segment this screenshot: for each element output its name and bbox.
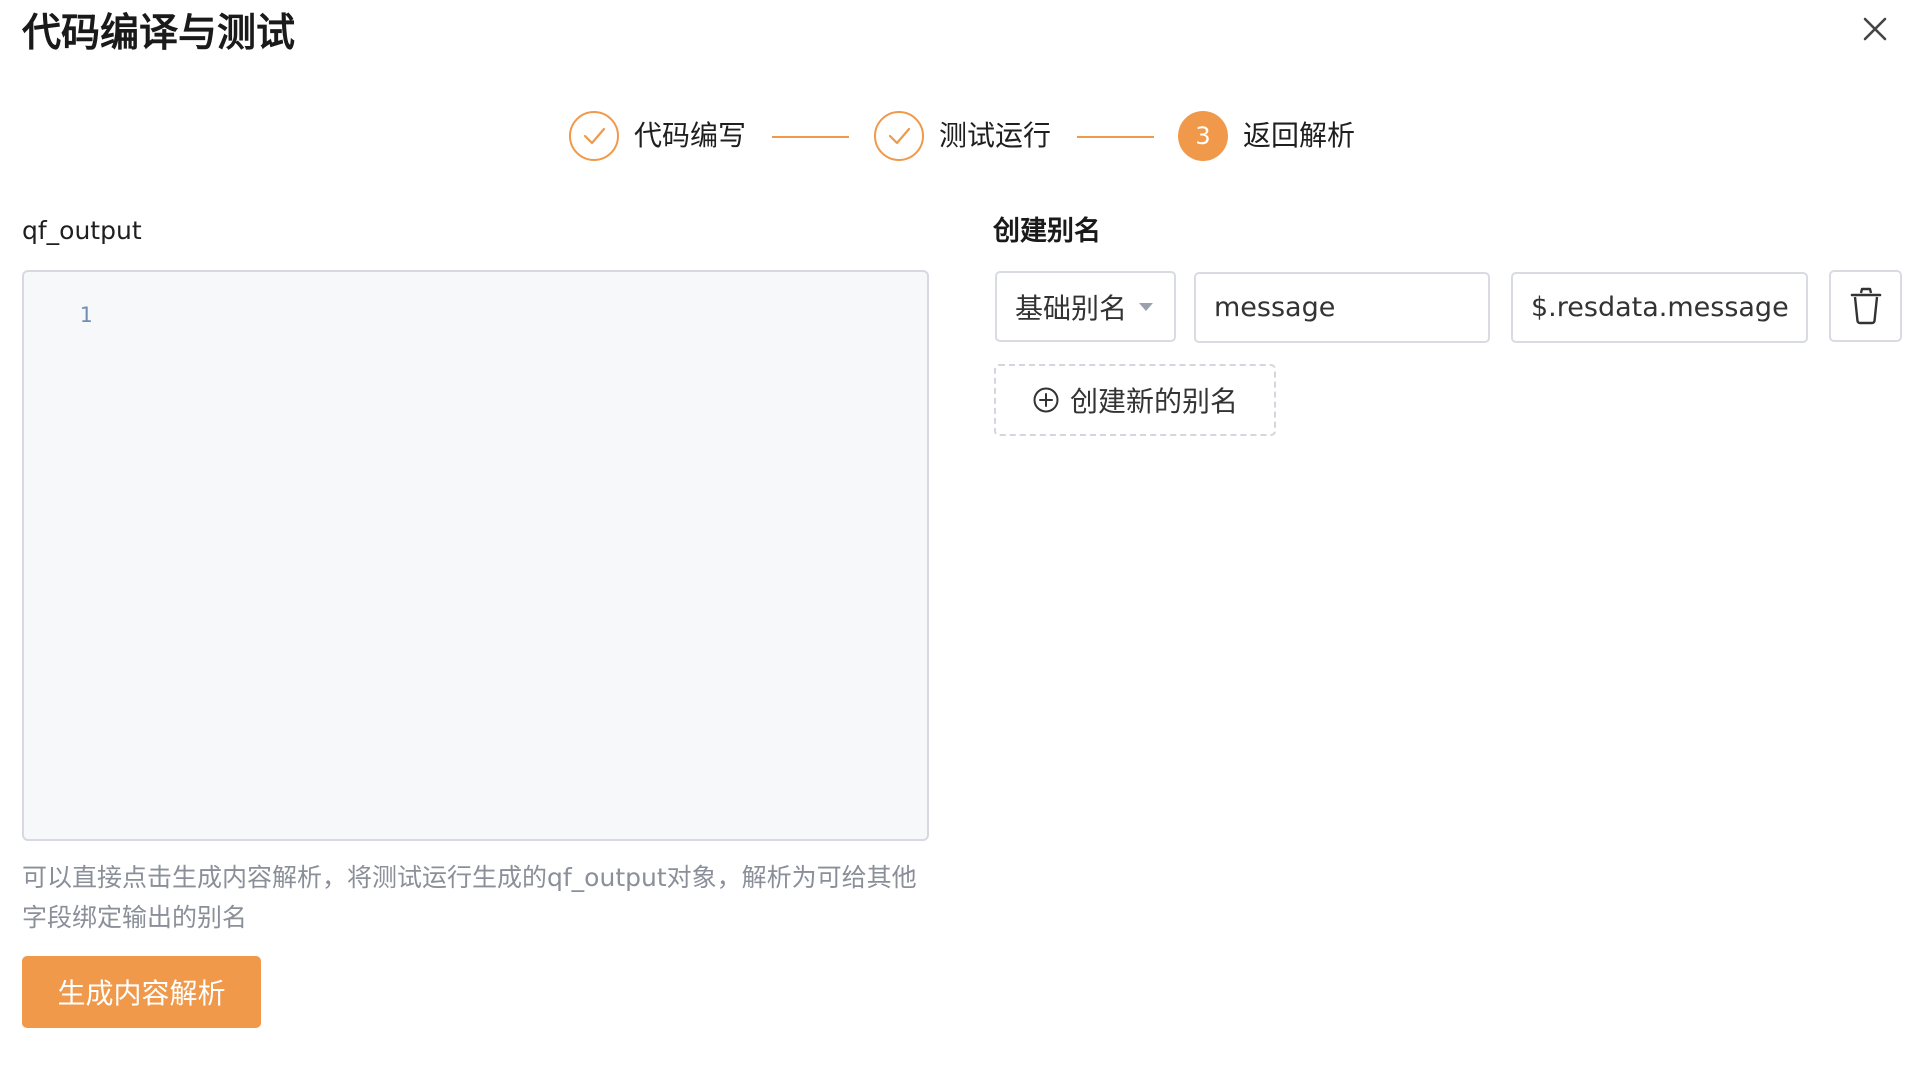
create-new-alias-label: 创建新的别名 (1069, 385, 1238, 418)
close-button[interactable] (1855, 9, 1895, 49)
create-alias-title: 创建别名 (993, 216, 1101, 247)
hint-text: 可以直接点击生成内容解析，将测试运行生成的qf_output对象，解析为可给其他… (22, 863, 917, 932)
generate-parse-button[interactable]: 生成内容解析 (22, 956, 261, 1028)
plus-circle-icon (1033, 387, 1059, 413)
alias-name-field[interactable] (1194, 272, 1490, 343)
alias-path-input[interactable] (1531, 292, 1788, 323)
check-icon (583, 127, 606, 145)
dialog-title: 代码编译与测试 (22, 11, 296, 56)
check-icon (888, 127, 911, 145)
line-number: 1 (79, 303, 93, 327)
step-3-label: 返回解析 (1243, 119, 1356, 152)
step-connector (1077, 136, 1154, 138)
trash-icon (1850, 287, 1881, 325)
alias-type-select[interactable]: 基础别名 (995, 271, 1176, 342)
qf-output-label: qf_output (22, 216, 142, 245)
step-3-number: 3 (1178, 111, 1228, 161)
step-2-check (874, 111, 924, 161)
code-editor[interactable]: 1 (22, 270, 929, 841)
step-connector (772, 136, 849, 138)
step-2-label: 测试运行 (939, 119, 1052, 152)
step-1-label: 代码编写 (634, 119, 747, 152)
alias-path-field[interactable] (1511, 272, 1808, 343)
close-icon (1863, 17, 1887, 41)
delete-alias-button[interactable] (1829, 270, 1902, 342)
step-1-check (569, 111, 619, 161)
alias-type-value: 基础别名 (1015, 291, 1128, 325)
caret-down-icon (1139, 302, 1154, 311)
create-new-alias-button[interactable]: 创建新的别名 (994, 364, 1276, 436)
alias-name-input[interactable] (1214, 292, 1470, 323)
